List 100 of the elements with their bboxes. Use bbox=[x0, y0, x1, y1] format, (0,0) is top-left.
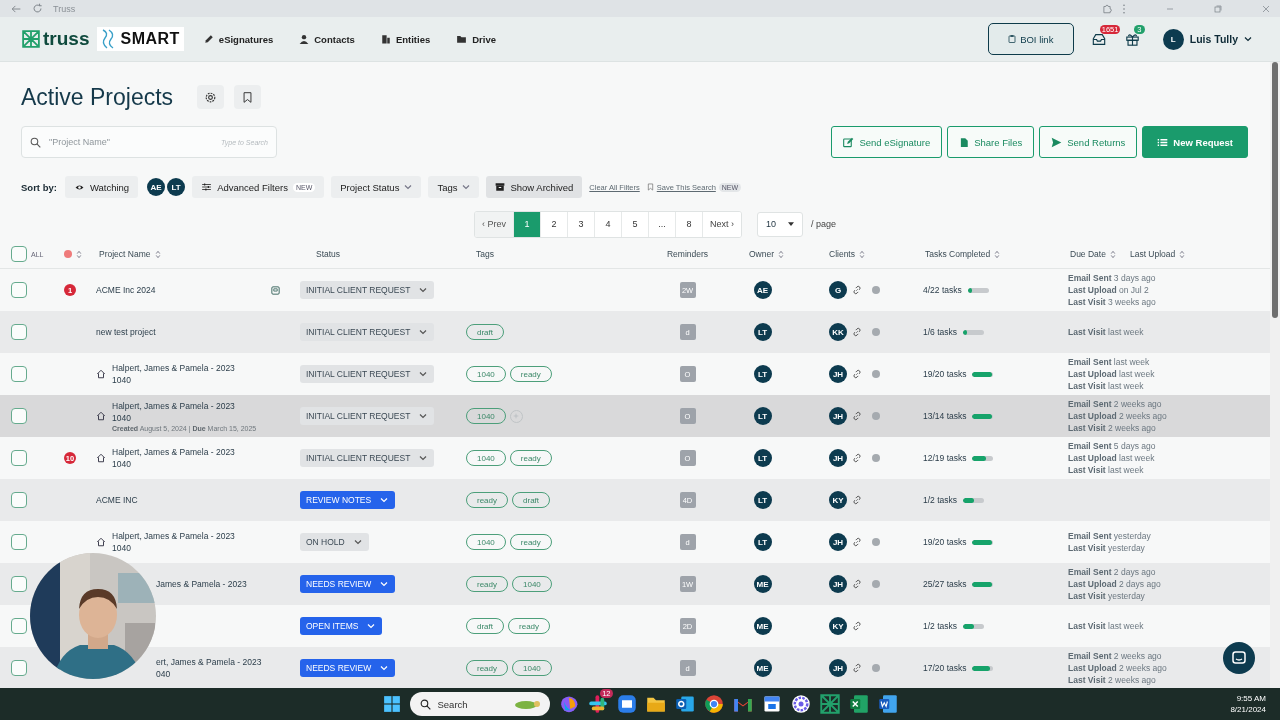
action-button[interactable]: New Request bbox=[1142, 126, 1248, 158]
tasks-count: 1/2 tasks bbox=[923, 621, 958, 631]
project-name[interactable]: ACME Inc 2024 bbox=[96, 284, 156, 296]
app-icon[interactable] bbox=[558, 694, 579, 714]
link-icon[interactable] bbox=[852, 495, 862, 505]
status-dropdown[interactable]: ON HOLD bbox=[300, 533, 369, 551]
row-checkbox[interactable] bbox=[11, 324, 27, 340]
notes-icon[interactable] bbox=[271, 285, 280, 295]
activity-line: Last Visit last week bbox=[1068, 380, 1144, 392]
project-name[interactable]: ert, James & Pamela - 2023 bbox=[156, 656, 262, 668]
sort-icon bbox=[859, 249, 865, 259]
link-icon[interactable] bbox=[852, 579, 862, 589]
link-icon[interactable] bbox=[852, 453, 862, 463]
activity-line: Email Sent 2 weeks ago bbox=[1068, 398, 1162, 410]
project-name[interactable]: new test project bbox=[96, 326, 156, 338]
status-dropdown[interactable]: NEEDS REVIEW bbox=[300, 575, 396, 593]
project-name[interactable]: James & Pamela - 2023 bbox=[156, 578, 247, 590]
boi-link-button[interactable]: BOI link bbox=[987, 23, 1074, 55]
start-icon[interactable] bbox=[382, 695, 401, 713]
owner-avatar: LT bbox=[753, 449, 772, 467]
project-name[interactable]: 1040 bbox=[112, 374, 235, 386]
activity-line: Last Visit 3 weeks ago bbox=[1068, 296, 1156, 308]
status-dropdown[interactable]: NEEDS REVIEW bbox=[300, 659, 396, 677]
list-icon bbox=[1157, 136, 1169, 148]
action-button[interactable]: Send Returns bbox=[1039, 126, 1138, 158]
owner-avatar: LT bbox=[753, 533, 772, 551]
status-dropdown[interactable]: INITIAL CLIENT REQUEST bbox=[300, 449, 435, 467]
link-icon[interactable] bbox=[852, 369, 862, 379]
inbox-icon bbox=[1091, 32, 1106, 46]
app-icon[interactable] bbox=[703, 694, 724, 714]
scrollbar[interactable] bbox=[1270, 62, 1280, 688]
per-page-select[interactable]: 10 bbox=[757, 211, 803, 237]
status-dropdown[interactable]: INITIAL CLIENT REQUEST bbox=[300, 365, 435, 383]
status-dropdown[interactable]: INITIAL CLIENT REQUEST bbox=[300, 281, 435, 299]
nav-link[interactable]: Entities bbox=[378, 31, 433, 47]
row-checkbox[interactable] bbox=[11, 618, 27, 634]
project-name[interactable]: 040 bbox=[156, 668, 262, 680]
status-dropdown[interactable]: OPEN ITEMS bbox=[300, 617, 383, 635]
project-name-search-input[interactable]: "Project Name" bbox=[47, 136, 216, 148]
row-checkbox[interactable] bbox=[11, 408, 27, 424]
owner-avatar: LT bbox=[753, 323, 772, 341]
app-icon[interactable] bbox=[587, 694, 608, 714]
app-icon[interactable] bbox=[674, 694, 695, 714]
app-icon[interactable] bbox=[848, 694, 869, 714]
bookmark-button[interactable] bbox=[234, 85, 262, 109]
nav-link[interactable]: Contacts bbox=[297, 31, 357, 47]
action-button[interactable]: Share Files bbox=[947, 126, 1035, 158]
owner-filter-avatar[interactable]: LT bbox=[167, 178, 186, 196]
row-checkbox[interactable] bbox=[11, 534, 27, 550]
project-name[interactable]: 1040 bbox=[112, 542, 235, 554]
tags-dropdown[interactable]: Tags bbox=[428, 176, 480, 198]
link-icon[interactable] bbox=[852, 621, 862, 631]
activity-line: Last Visit 2 weeks ago bbox=[1068, 674, 1156, 686]
page-button[interactable]: 1 bbox=[514, 211, 541, 237]
row-checkbox[interactable] bbox=[11, 450, 27, 466]
nav-link[interactable]: eSignatures bbox=[201, 31, 276, 47]
status-dropdown[interactable]: INITIAL CLIENT REQUEST bbox=[300, 407, 435, 425]
project-name[interactable]: Halpert, James & Pamela - 2023 bbox=[112, 362, 235, 374]
sort-icon bbox=[778, 249, 784, 259]
building-icon bbox=[380, 34, 391, 44]
tasks-count: 19/20 tasks bbox=[923, 537, 967, 547]
settings-button[interactable] bbox=[197, 85, 225, 109]
project-status-dropdown[interactable]: Project Status bbox=[331, 176, 422, 198]
user-menu[interactable]: L Luis Tully bbox=[1156, 27, 1258, 51]
project-name[interactable]: 1040 bbox=[112, 412, 257, 424]
owner-filter-avatar[interactable]: AE bbox=[147, 178, 166, 196]
link-icon[interactable] bbox=[852, 663, 862, 673]
project-name[interactable]: Halpert, James & Pamela - 2023 bbox=[112, 400, 257, 412]
show-archived-button[interactable]: Show Archived bbox=[486, 176, 583, 198]
project-name[interactable]: Halpert, James & Pamela - 2023 bbox=[112, 530, 235, 542]
nav-link[interactable]: Drive bbox=[454, 31, 498, 47]
status-dropdown[interactable]: INITIAL CLIENT REQUEST bbox=[300, 323, 435, 341]
row-checkbox[interactable] bbox=[11, 366, 27, 382]
row-checkbox[interactable] bbox=[11, 282, 27, 298]
project-name[interactable]: 1040 bbox=[112, 458, 235, 470]
action-button[interactable]: Send eSignature bbox=[831, 126, 943, 158]
project-name[interactable]: Halpert, James & Pamela - 2023 bbox=[112, 446, 235, 458]
client-avatar: JH bbox=[829, 449, 847, 467]
watching-button[interactable]: Watching bbox=[64, 176, 139, 198]
row-checkbox[interactable] bbox=[11, 660, 27, 676]
link-icon[interactable] bbox=[852, 411, 862, 421]
activity-line: Email Sent yesterday bbox=[1068, 530, 1151, 542]
chevron-down-icon bbox=[404, 184, 413, 190]
app-icon[interactable] bbox=[877, 694, 898, 714]
select-all-checkbox[interactable] bbox=[11, 246, 27, 262]
link-icon[interactable] bbox=[852, 537, 862, 547]
column-header: Project Name bbox=[99, 249, 151, 259]
status-dropdown[interactable]: REVIEW NOTES bbox=[300, 491, 396, 509]
taskbar-search-field[interactable]: Search bbox=[409, 692, 550, 716]
link-icon[interactable] bbox=[852, 327, 862, 337]
row-checkbox[interactable] bbox=[11, 576, 27, 592]
project-name[interactable]: ACME INC bbox=[96, 494, 138, 506]
app-icon[interactable] bbox=[790, 694, 811, 714]
owner-avatar: AE bbox=[753, 281, 772, 299]
link-icon[interactable] bbox=[852, 285, 862, 295]
chevron-down-icon bbox=[353, 539, 362, 545]
app-icon[interactable] bbox=[616, 694, 637, 714]
row-checkbox[interactable] bbox=[11, 492, 27, 508]
prev-page-button[interactable]: ‹ Prev bbox=[474, 211, 514, 237]
sort-icon bbox=[1109, 249, 1116, 259]
